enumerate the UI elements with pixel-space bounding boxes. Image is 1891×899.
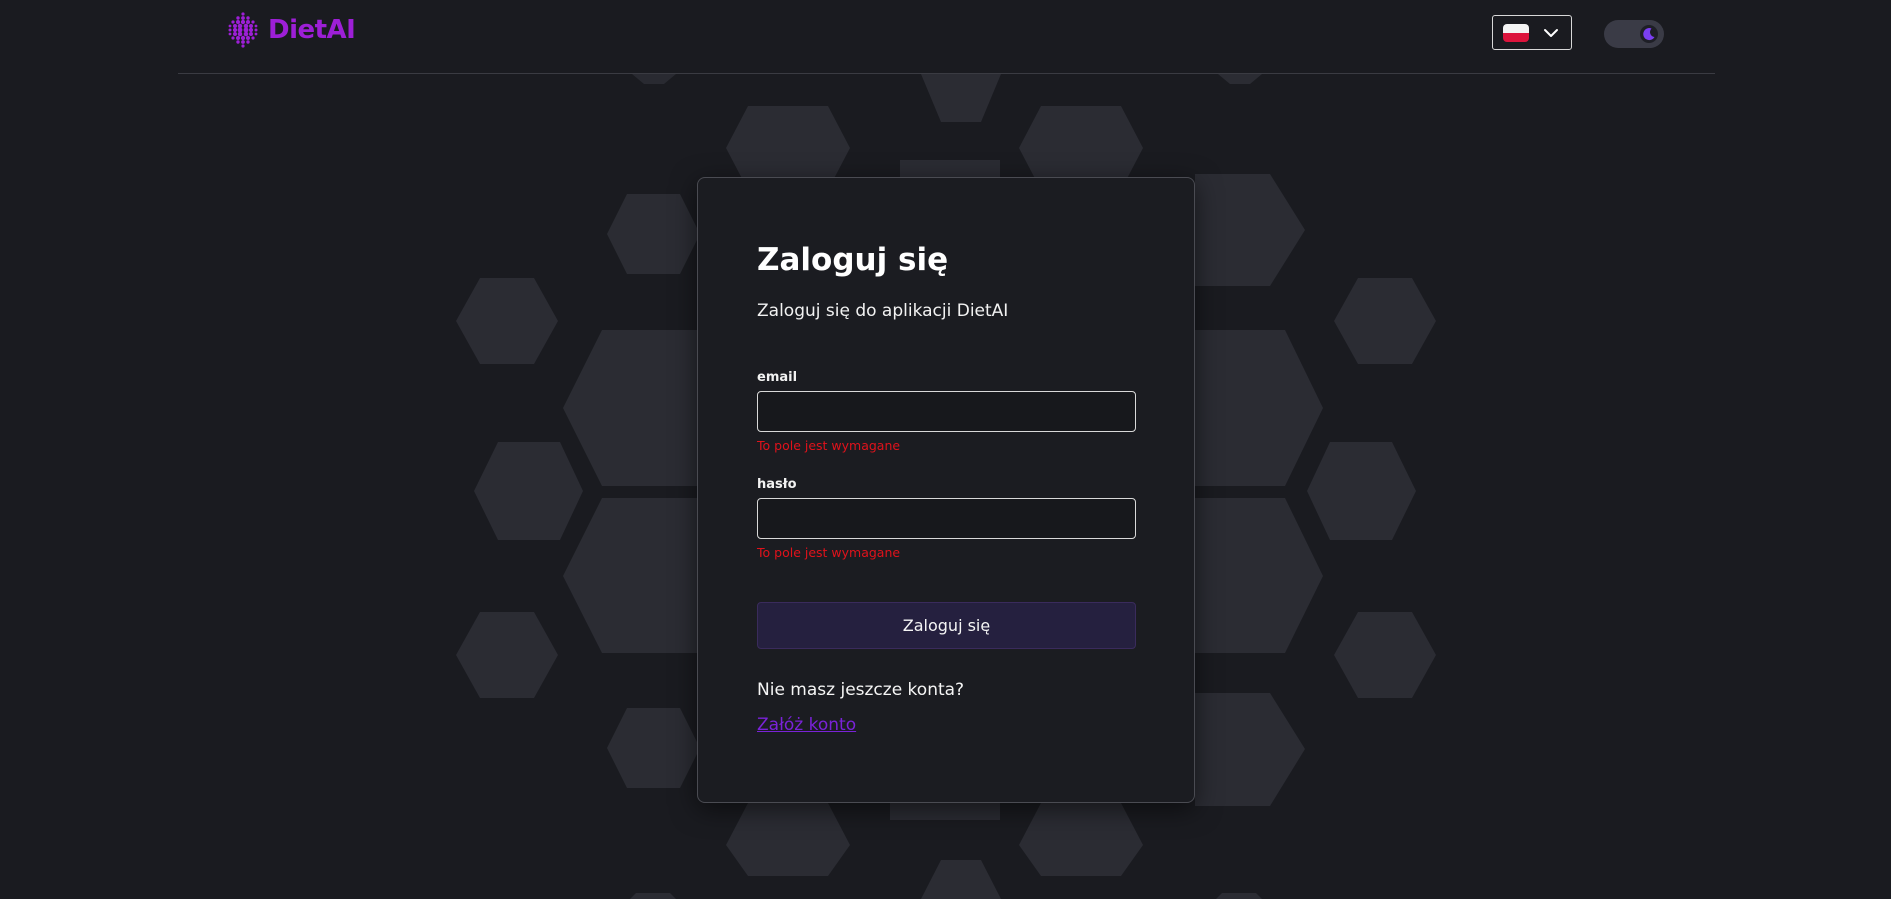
login-card: Zaloguj się Zaloguj się do aplikacji Die… — [697, 177, 1195, 803]
dietai-logo-icon — [228, 12, 258, 48]
moon-icon — [1643, 28, 1655, 41]
login-button[interactable]: Zaloguj się — [757, 602, 1136, 649]
theme-toggle[interactable] — [1604, 20, 1664, 48]
no-account-text: Nie masz jeszcze konta? — [757, 680, 965, 700]
email-field[interactable] — [757, 391, 1136, 432]
page-subtitle: Zaloguj się do aplikacji DietAI — [757, 301, 1009, 321]
email-error: To pole jest wymagane — [757, 438, 901, 453]
page-title: Zaloguj się — [757, 242, 949, 278]
password-error: To pole jest wymagane — [757, 545, 901, 560]
password-field[interactable] — [757, 498, 1136, 539]
toggle-knob — [1640, 25, 1658, 43]
header-divider — [178, 73, 1715, 74]
pl-flag-icon — [1503, 23, 1529, 42]
top-navbar: DietAI — [0, 0, 1891, 74]
register-link[interactable]: Załóż konto — [757, 715, 856, 735]
email-label: email — [757, 370, 798, 385]
language-select[interactable] — [1492, 15, 1572, 50]
password-label: hasło — [757, 477, 797, 492]
brand[interactable]: DietAI — [226, 10, 356, 50]
chevron-down-icon — [1544, 28, 1558, 37]
login-page: DietAI Zaloguj się Zaloguj się do aplika… — [0, 0, 1891, 899]
brand-name: DietAI — [268, 15, 356, 45]
